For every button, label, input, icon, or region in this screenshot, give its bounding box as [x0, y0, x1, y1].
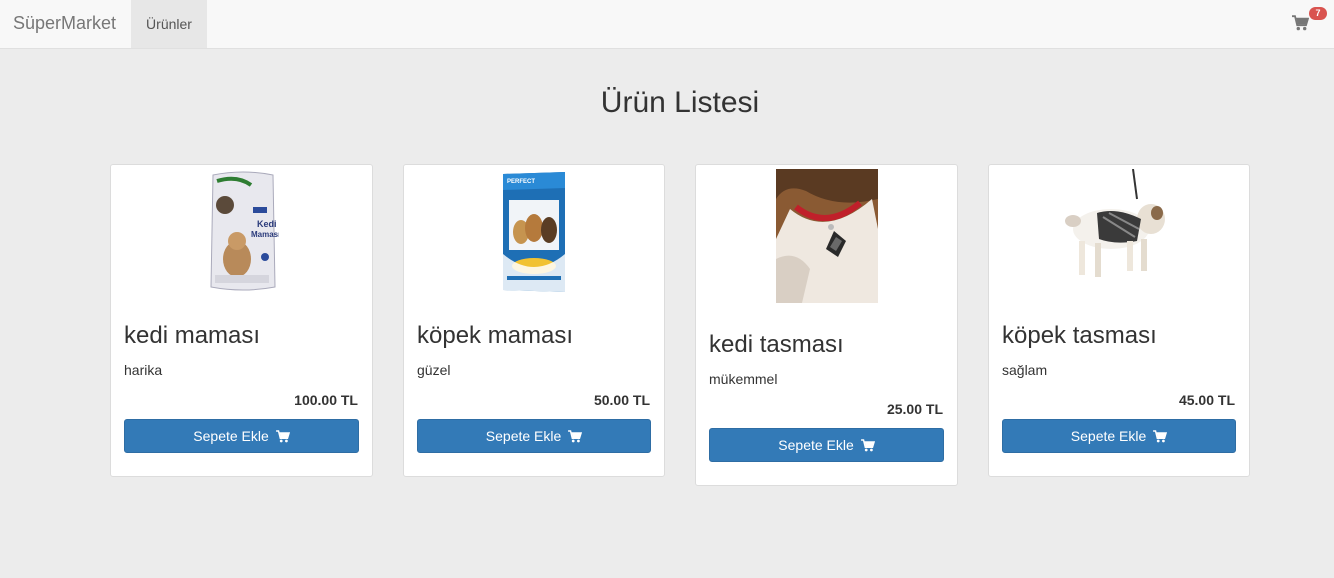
- product-card: PERFECT köpek maması güzel 50.00 TL Sepe…: [403, 164, 665, 477]
- product-name: kedi tasması: [709, 331, 844, 358]
- product-price: 50.00 TL: [593, 392, 650, 408]
- add-to-cart-label: Sepete Ekle: [485, 428, 562, 444]
- add-to-cart-button[interactable]: Sepete Ekle: [1002, 419, 1236, 453]
- add-to-cart-button[interactable]: Sepete Ekle: [124, 419, 359, 453]
- product-description: sağlam: [1002, 362, 1048, 378]
- add-to-cart-button[interactable]: Sepete Ekle: [417, 419, 651, 453]
- navbar: SüperMarket Ürünler 7: [0, 0, 1334, 49]
- cart-button[interactable]: 7: [1292, 7, 1328, 37]
- brand-link[interactable]: SüperMarket: [13, 13, 116, 34]
- product-name: kedi maması: [124, 322, 261, 349]
- product-card: kedi tasması mükemmel 25.00 TL Sepete Ek…: [695, 164, 958, 486]
- product-image: [1057, 169, 1179, 295]
- product-description: mükemmel: [709, 371, 778, 387]
- product-price: 25.00 TL: [886, 401, 943, 417]
- product-image: [776, 169, 878, 303]
- svg-text:Maması: Maması: [251, 230, 279, 239]
- product-name: köpek maması: [417, 322, 574, 349]
- product-card: köpek tasması sağlam 45.00 TL Sepete Ekl…: [988, 164, 1250, 477]
- page-title: Ürün Listesi: [600, 86, 760, 119]
- product-description: harika: [124, 362, 163, 378]
- svg-text:Kedi: Kedi: [257, 219, 277, 229]
- add-to-cart-label: Sepete Ekle: [778, 437, 854, 453]
- shopping-cart-icon: [860, 439, 875, 452]
- cart-count-badge: 7: [1309, 7, 1327, 20]
- product-price: 45.00 TL: [1178, 392, 1235, 408]
- svg-text:PERFECT: PERFECT: [507, 179, 535, 185]
- nav-item-urunler[interactable]: Ürünler: [131, 0, 207, 48]
- product-image: PERFECT: [499, 170, 569, 294]
- add-to-cart-label: Sepete Ekle: [193, 428, 269, 444]
- shopping-cart-icon: [1292, 15, 1309, 31]
- add-to-cart-label: Sepete Ekle: [1070, 428, 1147, 444]
- product-card: Kedi Maması kedi maması harika 100.00 TL…: [110, 164, 373, 477]
- product-price: 100.00 TL: [294, 392, 358, 408]
- add-to-cart-button[interactable]: Sepete Ekle: [709, 428, 944, 462]
- shopping-cart-icon: [568, 430, 583, 443]
- product-description: güzel: [417, 362, 451, 378]
- shopping-cart-icon: [1153, 430, 1168, 443]
- product-image: Kedi Maması: [207, 171, 279, 293]
- product-name: köpek tasması: [1002, 322, 1157, 349]
- shopping-cart-icon: [275, 430, 290, 443]
